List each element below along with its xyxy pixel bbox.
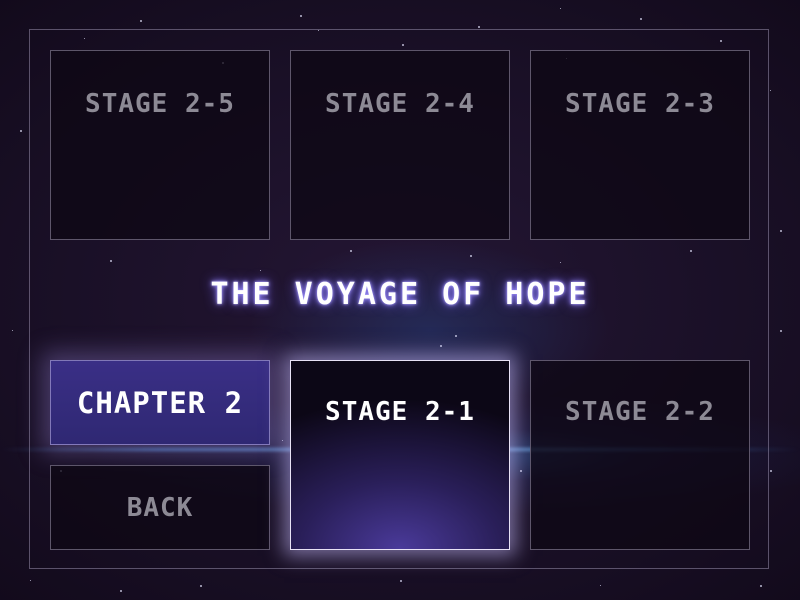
star bbox=[140, 20, 142, 22]
star bbox=[120, 590, 122, 592]
chapter-2-label: CHAPTER 2 bbox=[76, 385, 244, 420]
star bbox=[780, 330, 782, 332]
chapter-title: THE VOYAGE OF HOPE bbox=[210, 277, 590, 312]
stage-2-2-tile[interactable]: STAGE 2-2 bbox=[530, 360, 750, 550]
star bbox=[640, 18, 642, 20]
star bbox=[12, 330, 13, 331]
stage-2-2-label: STAGE 2-2 bbox=[565, 397, 715, 427]
stage-2-5-tile[interactable]: STAGE 2-5 bbox=[50, 50, 270, 240]
star bbox=[30, 580, 31, 581]
star bbox=[760, 585, 762, 587]
star bbox=[478, 26, 480, 28]
star bbox=[780, 230, 782, 232]
star bbox=[300, 15, 302, 17]
back-label: BACK bbox=[126, 492, 194, 523]
stage-2-3-tile[interactable]: STAGE 2-3 bbox=[530, 50, 750, 240]
star bbox=[560, 8, 561, 9]
star bbox=[200, 585, 202, 587]
stage-2-5-label: STAGE 2-5 bbox=[85, 89, 235, 119]
stage-2-1-tile[interactable]: STAGE 2-1 bbox=[290, 360, 510, 550]
stage-2-3-label: STAGE 2-3 bbox=[565, 89, 715, 119]
back-button[interactable]: BACK bbox=[50, 465, 270, 550]
star bbox=[770, 470, 772, 472]
stage-2-4-label: STAGE 2-4 bbox=[325, 89, 475, 119]
star bbox=[600, 585, 601, 586]
chapter-2-button[interactable]: CHAPTER 2 bbox=[50, 360, 270, 445]
level-select-screen: STAGE 2-5 STAGE 2-4 STAGE 2-3 THE VOYAGE… bbox=[0, 0, 800, 600]
star bbox=[20, 130, 22, 132]
stage-2-4-tile[interactable]: STAGE 2-4 bbox=[290, 50, 510, 240]
stage-2-1-label: STAGE 2-1 bbox=[325, 397, 475, 427]
star bbox=[400, 580, 402, 582]
star bbox=[770, 90, 771, 91]
